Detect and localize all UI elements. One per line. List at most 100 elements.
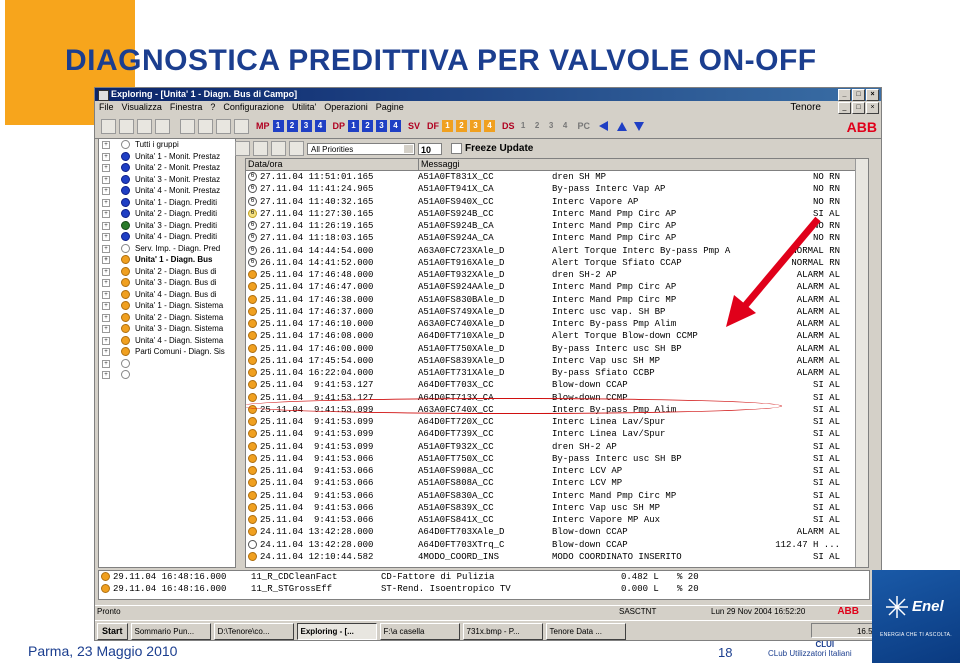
menu-visualizza[interactable]: Visualizza (122, 101, 162, 114)
expand-icon[interactable]: + (102, 256, 110, 264)
up-arrow-icon[interactable] (617, 121, 628, 131)
expand-icon[interactable]: + (102, 359, 110, 368)
tree-item[interactable]: + Serv. Imp. - Diagn. Pred (99, 243, 235, 255)
taskbar-button[interactable]: Sommario Pun... (130, 622, 211, 640)
tree-item[interactable]: + Unita' 2 - Diagn. Bus di (99, 266, 235, 278)
alarm-row[interactable]: 24.11.04 13:42:28.000 A64D0FT703XTrq_C Blo… (246, 539, 868, 551)
alarm-row[interactable]: 25.11.04 9:41:53.066 A51A0FS808A_CC Interc… (246, 477, 868, 489)
dp-button-2[interactable]: 2 (362, 120, 374, 132)
expand-icon[interactable]: + (102, 302, 110, 310)
measurement-row[interactable]: 29.11.04 16:48:16.000 11_R_CDCleanFact CD-… (99, 571, 869, 583)
taskbar-button[interactable]: Exploring - [... (296, 622, 377, 640)
key-icon[interactable] (137, 118, 152, 134)
trend-icon[interactable] (216, 118, 231, 134)
ds-button-2[interactable]: 2 (532, 120, 543, 132)
home-icon[interactable] (198, 118, 213, 134)
df-button-1[interactable]: 1 (442, 120, 454, 132)
alarm-row[interactable]: 24.11.04 12:10:44.582 4MODO_COORD_INS MODO… (246, 551, 868, 563)
expand-icon[interactable]: + (102, 152, 110, 161)
help-icon[interactable] (119, 118, 134, 134)
start-button[interactable]: Start (97, 622, 128, 640)
mdi-minimize-button[interactable]: _ (838, 102, 851, 114)
down-arrow-icon[interactable] (634, 121, 645, 131)
expand-icon[interactable]: + (102, 221, 110, 230)
mdi-close-button[interactable]: × (866, 102, 879, 114)
expand-icon[interactable]: + (102, 336, 110, 345)
page-size-input[interactable]: 10 (418, 142, 442, 155)
silence-icon[interactable] (289, 141, 304, 156)
alarm-row[interactable]: 25.11.04 16:22:04.000 A51A0FT731XAle_D By-… (246, 367, 868, 379)
alarm-row[interactable]: 25.11.04 9:41:53.127 A64D0FT713X_CA Blow-d… (246, 392, 868, 404)
column-header-date[interactable]: Data/ora (246, 159, 419, 170)
tree-item[interactable]: + Unita' 2 - Monit. Prestaz (99, 162, 235, 174)
tree-item[interactable]: + Unita' 4 - Monit. Prestaz (99, 185, 235, 197)
mp-button-2[interactable]: 2 (286, 120, 298, 132)
expand-icon[interactable]: + (102, 325, 110, 333)
acknowledge-all-icon[interactable] (253, 141, 268, 156)
expand-icon[interactable]: + (102, 198, 110, 207)
window-titlebar[interactable]: Exploring - [Unita' 1 - Diagn. Bus di Ca… (95, 88, 881, 101)
dp-button-3[interactable]: 3 (376, 120, 388, 132)
alarm-row[interactable]: 25.11.04 9:41:53.066 A51A0FS830A_CC Interc… (246, 490, 868, 502)
df-button-4[interactable]: 4 (484, 120, 496, 132)
ds-button-4[interactable]: 4 (560, 120, 571, 132)
tree-item[interactable]: + Unita' 3 - Monit. Prestaz (99, 174, 235, 186)
expand-icon[interactable]: + (102, 290, 110, 299)
menu-pagine[interactable]: Pagine (376, 101, 404, 114)
alarm-list-scrollbar[interactable] (855, 159, 868, 567)
alarm-row[interactable]: 25.11.04 17:46:08.000 A64D0FT710XAle_D Ale… (246, 330, 868, 342)
measurement-row[interactable]: 29.11.04 16:48:16.000 11_R_STGrossEff ST-R… (99, 583, 869, 595)
print-icon[interactable] (101, 118, 116, 134)
tree-item[interactable]: + Unita' 1 - Diagn. Prediti (99, 197, 235, 209)
column-header-messages[interactable]: Messaggi (419, 159, 868, 170)
mp-button-4[interactable]: 4 (314, 120, 326, 132)
taskbar-button[interactable]: D:\Tenore\co... (213, 622, 294, 640)
taskbar-button[interactable]: 731x.bmp - P... (462, 622, 543, 640)
list-icon[interactable] (235, 141, 250, 156)
expand-icon[interactable]: + (102, 279, 110, 287)
expand-icon[interactable]: + (102, 175, 110, 184)
search-icon[interactable] (180, 118, 195, 134)
expand-icon[interactable]: + (102, 210, 110, 218)
ds-button-1[interactable]: 1 (518, 120, 529, 132)
toolbar-sv-label[interactable]: SV (408, 121, 420, 131)
minimize-button[interactable]: _ (838, 89, 851, 101)
toolbar-pc-label[interactable]: PC (578, 121, 591, 131)
alarm-row[interactable]: 25.11.04 9:41:53.099 A64D0FT739X_CC Interc… (246, 428, 868, 440)
mdi-restore-button[interactable]: □ (852, 102, 865, 114)
expand-icon[interactable]: + (102, 141, 110, 149)
close-button[interactable]: × (866, 89, 879, 101)
alarm-row[interactable]: 25.11.04 17:45:54.000 A51A0FS839XAle_D Int… (246, 355, 868, 367)
menu-help[interactable]: ? (210, 101, 215, 114)
alarm-row[interactable]: 6 27.11.04 11:41:24.965 A51A0FT941X_CA By-p… (246, 183, 868, 195)
tree-item[interactable]: + (99, 358, 235, 370)
taskbar-button[interactable]: Tenore Data ... (545, 622, 626, 640)
tree-item[interactable]: + Unita' 4 - Diagn. Sistema (99, 335, 235, 347)
alarm-row[interactable]: 25.11.04 9:41:53.099 A64D0FT720X_CC Interc… (246, 416, 868, 428)
menu-configurazione[interactable]: Configurazione (223, 101, 284, 114)
dp-button-4[interactable]: 4 (390, 120, 402, 132)
expand-icon[interactable]: + (102, 233, 110, 241)
tree-item[interactable]: + Unita' 3 - Diagn. Prediti (99, 220, 235, 232)
alarm-row[interactable]: 24.11.04 13:42:28.000 A64D0FT703XAle_D Blo… (246, 526, 868, 538)
tree-item[interactable]: + Unita' 3 - Diagn. Sistema (99, 323, 235, 335)
df-button-3[interactable]: 3 (470, 120, 482, 132)
back-arrow-icon[interactable] (599, 121, 609, 131)
tree-item[interactable]: + Unita' 4 - Diagn. Bus di (99, 289, 235, 301)
mp-button-3[interactable]: 3 (300, 120, 312, 132)
tree-item[interactable]: + Unita' 2 - Diagn. Sistema (99, 312, 235, 324)
delete-icon[interactable] (271, 141, 286, 156)
tree-item[interactable]: + (99, 369, 235, 381)
expand-icon[interactable]: + (102, 267, 110, 276)
acknowledge-icon[interactable] (155, 118, 170, 134)
display-icon[interactable] (234, 118, 249, 134)
priority-select[interactable]: All Priorities (307, 142, 415, 155)
alarm-row[interactable]: 25.11.04 9:41:53.099 A63A0FC740X_CC Interc… (246, 404, 868, 416)
alarm-row[interactable]: 25.11.04 17:46:00.000 A51A0FT750XAle_D By-… (246, 343, 868, 355)
alarm-row[interactable]: 25.11.04 9:41:53.066 A51A0FS908A_CC Interc… (246, 465, 868, 477)
tree-item[interactable]: + Unita' 4 - Diagn. Prediti (99, 231, 235, 243)
taskbar-button[interactable]: F:\a casella (379, 622, 460, 640)
tree-item[interactable]: + Parti Comuni - Diagn. Sis (99, 346, 235, 358)
expand-icon[interactable]: + (102, 348, 110, 356)
tree-item[interactable]: + Tutti i gruppi (99, 139, 235, 151)
